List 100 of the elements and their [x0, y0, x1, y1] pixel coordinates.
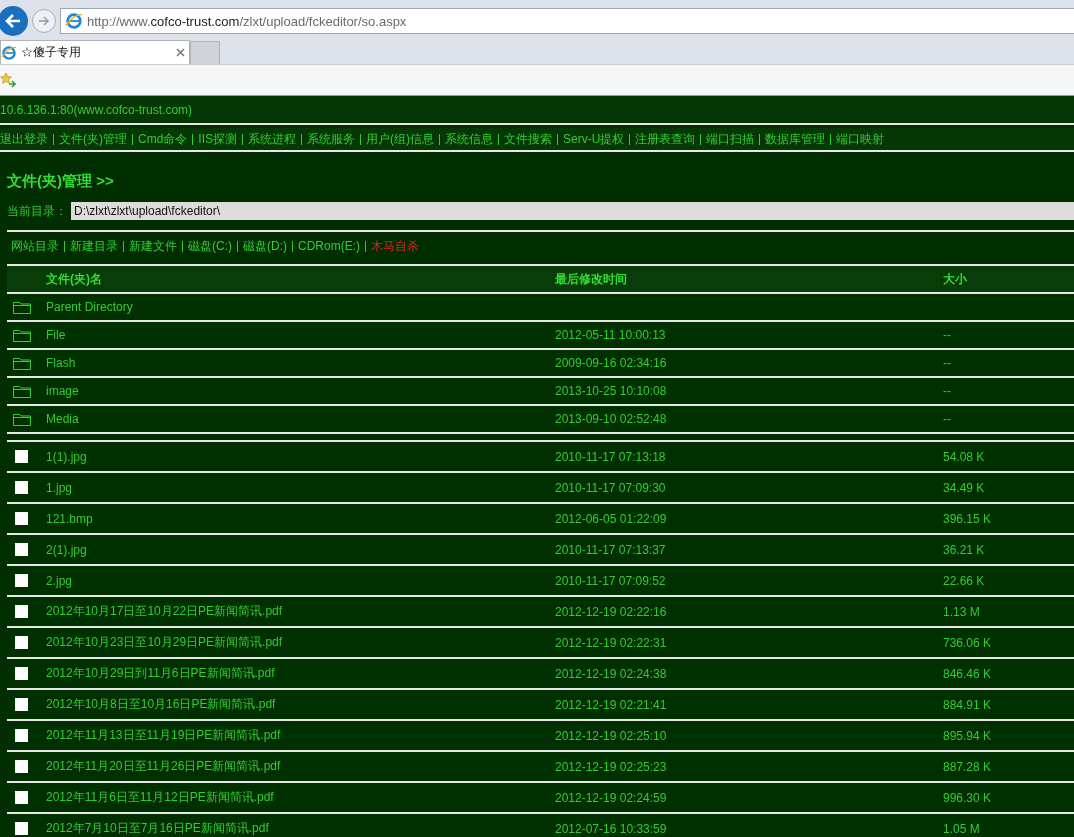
forward-arrow-icon — [37, 14, 51, 28]
favorites-star-icon[interactable] — [0, 72, 16, 88]
nav-link[interactable]: 文件搜索 — [504, 130, 552, 148]
back-arrow-icon — [4, 12, 22, 30]
nav-link[interactable]: 系统服务 — [307, 130, 355, 148]
table-cell-text: 2010-11-17 07:09:30 — [555, 480, 667, 495]
file-checkbox[interactable] — [15, 822, 28, 835]
close-icon[interactable] — [176, 48, 185, 57]
action-link[interactable]: 网站目录 — [11, 237, 59, 255]
document-link[interactable]: 2012年10月17日至10月22日PE新闻简讯.pdf — [46, 603, 555, 620]
folder-link[interactable]: image — [46, 384, 555, 398]
document-link[interactable]: 2012年11月6日至11月12日PE新闻简讯.pdf — [46, 789, 555, 806]
file-checkbox[interactable] — [15, 512, 28, 525]
table-cell-text: 2012-12-19 02:24:38 — [555, 666, 668, 681]
host-address: 10.6.136.1:80(www.cofco-trust.com) — [0, 102, 193, 117]
document-link[interactable]: 2012年11月20日至11月26日PE新闻简讯.pdf — [46, 758, 555, 775]
folder-link[interactable]: Flash — [46, 356, 555, 370]
address-bar[interactable]: http://www.cofco-trust.com/zlxt/upload/fckeditor/so.aspx — [60, 8, 1074, 34]
file-checkbox[interactable] — [15, 791, 28, 804]
nav-link[interactable]: 数据库管理 — [765, 130, 826, 148]
table-cell-text: -- — [943, 412, 952, 426]
table-cell-text: 2013-10-25 10:10:08 — [555, 384, 668, 398]
document-link[interactable]: 2012年7月10日至7月16日PE新闻简讯.pdf — [46, 820, 555, 837]
document-link[interactable]: 2012年10月8日至10月16日PE新闻简讯.pdf — [46, 696, 555, 713]
current-directory-field[interactable]: D:\zlxt\zlxt\upload\fckeditor\ — [71, 202, 1074, 220]
nav-link[interactable]: 系统信息 — [445, 130, 493, 148]
nav-link[interactable]: 系统进程 — [248, 130, 296, 148]
nav-link[interactable]: Cmd命令 — [138, 130, 188, 148]
nav-link[interactable]: 用户(组)信息 — [366, 130, 434, 148]
table-cell-text: 884.91 K — [943, 697, 993, 712]
table-cell-text: 2012-07-16 10:33:59 — [555, 821, 668, 836]
action-link[interactable]: CDRom(E:) — [298, 239, 360, 253]
browser-logo-icon — [1, 44, 17, 61]
table-cell-text: 846.46 K — [943, 666, 993, 681]
file-checkbox[interactable] — [15, 760, 28, 773]
table-cell-text: 34.49 K — [943, 480, 986, 495]
document-link[interactable]: 2012年11月13日至11月19日PE新闻简讯.pdf — [46, 727, 555, 744]
folder-link[interactable]: Parent Directory — [46, 300, 555, 314]
table-cell-text: 2012-05-11 10:00:13 — [555, 328, 667, 342]
action-link[interactable]: 新建目录 — [70, 237, 118, 255]
table-cell-text: 895.94 K — [943, 728, 993, 743]
table-cell-text: 2012-12-19 02:25:23 — [555, 759, 668, 774]
nav-link[interactable]: IIS探测 — [198, 130, 237, 148]
table-cell-text: 2012-12-19 02:24:59 — [555, 790, 668, 805]
table-cell-text: -- — [943, 384, 952, 398]
table-cell-text: 2010-11-17 07:13:37 — [555, 542, 667, 557]
table-cell-text: 54.08 K — [943, 449, 986, 464]
nav-link[interactable]: 端口映射 — [836, 130, 885, 148]
action-link[interactable]: 新建文件 — [129, 237, 177, 255]
folder-link[interactable]: Media — [46, 412, 555, 426]
file-checkbox[interactable] — [15, 698, 28, 711]
url-text: http://www.cofco-trust.com/zlxt/upload/fckeditor/so.aspx — [87, 13, 407, 29]
table-cell-text: 2009-09-16 02:34:16 — [555, 356, 668, 370]
file-checkbox[interactable] — [15, 636, 28, 649]
file-checkbox[interactable] — [15, 481, 28, 494]
document-link[interactable]: 121.bmp — [46, 511, 555, 526]
folder-icon — [13, 356, 31, 370]
table-cell-text: 1.13 M — [943, 604, 981, 619]
table-cell-text: 2012-12-19 02:22:31 — [555, 635, 668, 650]
nav-link[interactable]: 文件(夹)管理 — [59, 130, 127, 148]
browser-logo-icon — [65, 12, 83, 30]
document-link[interactable]: 2.jpg — [46, 573, 555, 588]
document-link[interactable]: 2012年10月23日至10月29日PE新闻简讯.pdf — [46, 634, 555, 651]
table-cell-text: 1.05 M — [943, 821, 981, 836]
table-cell-text: 396.15 K — [943, 511, 993, 526]
file-checkbox[interactable] — [15, 574, 28, 587]
document-link[interactable]: 1.jpg — [46, 480, 555, 495]
nav-link[interactable]: 注册表查询 — [635, 130, 696, 148]
new-tab-button[interactable] — [190, 41, 220, 64]
action-link[interactable]: 磁盘(C:) — [188, 237, 232, 255]
action-link[interactable]: 磁盘(D:) — [243, 237, 287, 255]
document-link[interactable]: 2012年10月29日到11月6日PE新闻简讯.pdf — [46, 665, 555, 682]
folder-link[interactable]: File — [46, 328, 555, 342]
nav-link[interactable]: 端口扫描 — [706, 130, 755, 148]
document-link[interactable]: 2(1).jpg — [46, 542, 555, 557]
table-cell-text: -- — [943, 356, 952, 370]
file-checkbox[interactable] — [15, 605, 28, 618]
table-cell-text: 2010-11-17 07:09:52 — [555, 573, 667, 588]
table-cell-text: 2012-12-19 02:25:10 — [555, 728, 668, 743]
folder-icon — [13, 328, 31, 342]
file-checkbox[interactable] — [15, 450, 28, 463]
nav-link[interactable]: Serv-U提权 — [563, 130, 625, 148]
file-checkbox[interactable] — [15, 667, 28, 680]
file-checkbox[interactable] — [15, 729, 28, 742]
nav-link[interactable]: 退出登录 — [0, 130, 48, 148]
folder-icon — [13, 384, 31, 398]
table-cell-text: 887.28 K — [943, 759, 993, 774]
table-cell-text: 2012-06-05 01:22:09 — [555, 511, 668, 526]
file-checkbox[interactable] — [15, 543, 28, 556]
browser-tab[interactable]: ☆傻子专用 — [0, 40, 190, 64]
section-title: 文件(夹)管理 >> — [6, 171, 115, 191]
table-cell-text: 2012-12-19 02:22:16 — [555, 604, 668, 619]
folder-icon — [13, 300, 31, 314]
table-cell-text: 2010-11-17 07:13:18 — [555, 449, 667, 464]
table-cell-text: 22.66 K — [943, 573, 986, 588]
table-cell-text: 2012-12-19 02:21:41 — [555, 697, 668, 712]
document-link[interactable]: 1(1).jpg — [46, 449, 555, 464]
back-button[interactable] — [0, 6, 28, 36]
folder-icon — [13, 412, 31, 426]
forward-button[interactable] — [32, 9, 56, 33]
